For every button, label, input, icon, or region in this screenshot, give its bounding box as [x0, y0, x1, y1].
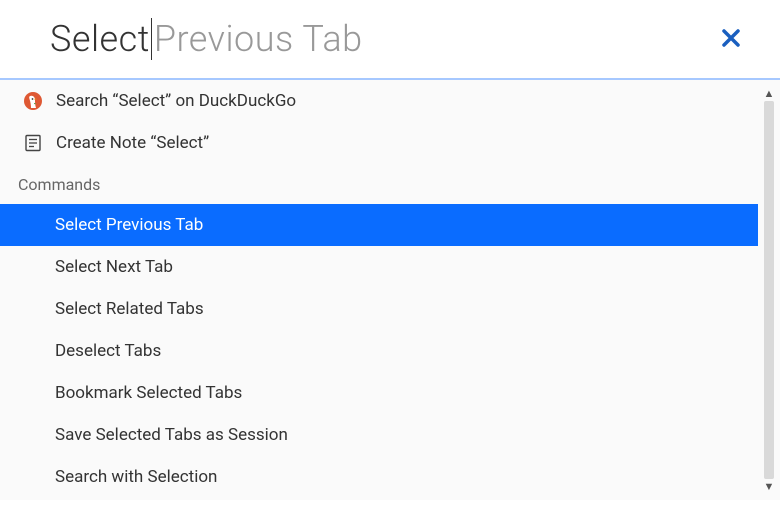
- command-label: Save Selected Tabs as Session: [55, 425, 288, 445]
- command-label: Select Previous Tab: [55, 215, 203, 235]
- command-item[interactable]: Deselect Tabs: [0, 330, 758, 372]
- command-item[interactable]: Select Next Tab: [0, 246, 758, 288]
- scrollbar[interactable]: ▲ ▼: [760, 88, 778, 492]
- command-label: Search with Selection: [55, 467, 217, 487]
- command-item[interactable]: Bookmark Selected Tabs: [0, 372, 758, 414]
- scroll-thumb[interactable]: [764, 101, 774, 479]
- close-icon: [722, 25, 740, 53]
- results-list: Search “Select” on DuckDuckGo Create Not…: [0, 80, 758, 500]
- results-area: Search “Select” on DuckDuckGo Create Not…: [0, 80, 780, 500]
- duckduckgo-icon: [22, 90, 44, 112]
- command-header: Select Previous Tab: [0, 0, 780, 78]
- search-engine-action[interactable]: Search “Select” on DuckDuckGo: [0, 80, 758, 122]
- commands-section-header: Commands: [0, 164, 758, 204]
- command-label: Select Next Tab: [55, 257, 173, 277]
- command-item[interactable]: Select Previous Tab: [0, 204, 758, 246]
- command-item[interactable]: Search with Selection: [0, 456, 758, 498]
- note-icon: [22, 132, 44, 154]
- search-input-area[interactable]: Select Previous Tab: [50, 18, 363, 60]
- search-autocomplete-ghost: Previous Tab: [154, 18, 363, 60]
- search-typed-text: Select: [50, 18, 152, 60]
- command-item[interactable]: Select Related Tabs: [0, 288, 758, 330]
- command-label: Bookmark Selected Tabs: [55, 383, 242, 403]
- scroll-up-arrow-icon[interactable]: ▲: [764, 88, 775, 99]
- create-note-label: Create Note “Select”: [56, 133, 209, 153]
- command-item[interactable]: Save Selected Tabs as Session: [0, 414, 758, 456]
- create-note-action[interactable]: Create Note “Select”: [0, 122, 758, 164]
- command-label: Deselect Tabs: [55, 341, 161, 361]
- close-button[interactable]: [712, 19, 750, 59]
- search-engine-label: Search “Select” on DuckDuckGo: [56, 91, 296, 111]
- scroll-down-arrow-icon[interactable]: ▼: [764, 481, 775, 492]
- command-label: Select Related Tabs: [55, 299, 204, 319]
